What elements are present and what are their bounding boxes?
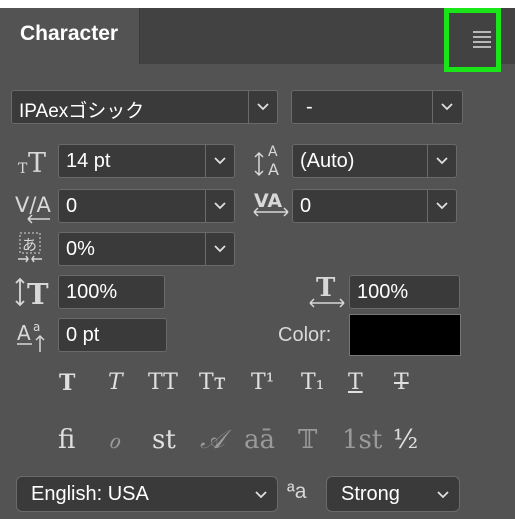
color-label: Color: bbox=[278, 324, 332, 346]
all-caps-button[interactable]: TT bbox=[148, 370, 178, 395]
leading-value: (Auto) bbox=[300, 150, 355, 172]
kerning-icon: V/A bbox=[15, 193, 51, 224]
language-value: English: USA bbox=[31, 483, 149, 505]
leading-icon: A A bbox=[254, 144, 279, 179]
font-style-dropdown[interactable]: - bbox=[291, 90, 463, 124]
font-size-icon: T T bbox=[18, 148, 46, 176]
font-family-dropdown[interactable]: IPAexゴシック bbox=[11, 90, 278, 124]
svg-text:あ: あ bbox=[22, 236, 37, 254]
svg-text:T: T bbox=[18, 161, 28, 176]
ordinals-button[interactable]: 1st bbox=[342, 425, 382, 455]
faux-bold-button[interactable]: T bbox=[59, 370, 75, 396]
superscript-button[interactable]: T¹ bbox=[251, 370, 275, 395]
subscript-button[interactable]: T₁ bbox=[301, 370, 325, 395]
svg-text:T: T bbox=[27, 277, 49, 308]
contextual-alternates-button[interactable]: 𝕋 bbox=[298, 425, 317, 455]
tsume-dropdown[interactable]: 0% bbox=[58, 232, 235, 266]
baseline-shift-icon: A a bbox=[17, 320, 45, 352]
vertical-scale-icon: T bbox=[15, 277, 49, 308]
tab-character[interactable]: Character bbox=[0, 8, 140, 64]
kerning-value: 0 bbox=[66, 195, 78, 217]
font-style-value: - bbox=[306, 96, 313, 118]
chevron-down-icon bbox=[436, 202, 448, 210]
chevron-down-icon bbox=[214, 157, 226, 165]
svg-text:T: T bbox=[28, 148, 46, 176]
chevron-down-icon bbox=[436, 157, 448, 165]
baseline-shift-value: 0 pt bbox=[66, 324, 100, 346]
anti-aliasing-icon: ªa bbox=[287, 480, 307, 503]
font-size-value: 14 pt bbox=[66, 150, 111, 172]
tsume-value: 0% bbox=[66, 238, 95, 260]
chevron-down-icon bbox=[437, 491, 449, 499]
svg-text:V/A: V/A bbox=[15, 193, 51, 217]
swash-button[interactable]: 𝒜 bbox=[200, 425, 225, 456]
tracking-dropdown[interactable]: 0 bbox=[292, 189, 457, 223]
chevron-down-icon bbox=[214, 245, 226, 253]
horizontal-scale-value: 100% bbox=[357, 281, 409, 303]
underline-button[interactable]: T bbox=[348, 370, 363, 395]
old-style-button[interactable]: ℴ bbox=[108, 425, 120, 455]
tab-label: Character bbox=[20, 22, 119, 45]
titling-alternates-button[interactable]: aā bbox=[244, 425, 275, 455]
strikethrough-button[interactable]: T bbox=[394, 370, 409, 395]
color-swatch[interactable] bbox=[349, 314, 461, 356]
discretionary-ligatures-button[interactable]: st bbox=[152, 425, 176, 455]
svg-text:T: T bbox=[316, 273, 336, 303]
ligatures-button[interactable]: fi bbox=[58, 425, 75, 455]
language-dropdown[interactable]: English: USA bbox=[16, 476, 278, 512]
svg-text:A: A bbox=[268, 160, 279, 179]
vertical-scale-input[interactable]: 100% bbox=[58, 275, 165, 309]
vertical-scale-value: 100% bbox=[66, 281, 118, 303]
anti-aliasing-dropdown[interactable]: Strong bbox=[326, 476, 460, 512]
tsume-icon: あ bbox=[18, 232, 42, 263]
tracking-value: 0 bbox=[300, 195, 312, 217]
tracking-icon: VA bbox=[253, 190, 289, 217]
svg-text:A: A bbox=[268, 144, 278, 160]
chevron-down-icon bbox=[257, 103, 269, 111]
faux-italic-button[interactable]: T bbox=[108, 370, 123, 395]
leading-dropdown[interactable]: (Auto) bbox=[292, 144, 457, 178]
chevron-down-icon bbox=[255, 491, 267, 499]
panel-menu-button[interactable] bbox=[444, 8, 501, 72]
svg-text:a: a bbox=[33, 320, 40, 334]
svg-text:A: A bbox=[17, 321, 31, 345]
panel-menu-icon bbox=[473, 31, 491, 33]
horizontal-scale-icon: T bbox=[309, 273, 345, 308]
anti-aliasing-value: Strong bbox=[341, 483, 400, 505]
kerning-dropdown[interactable]: 0 bbox=[58, 189, 235, 223]
chevron-down-icon bbox=[214, 202, 226, 210]
small-caps-button[interactable]: Tт bbox=[199, 370, 226, 395]
baseline-shift-input[interactable]: 0 pt bbox=[58, 318, 167, 352]
font-size-dropdown[interactable]: 14 pt bbox=[58, 144, 235, 178]
font-family-value: IPAexゴシック bbox=[19, 101, 145, 122]
horizontal-scale-input[interactable]: 100% bbox=[349, 275, 460, 309]
chevron-down-icon bbox=[441, 103, 453, 111]
fractions-button[interactable]: ½ bbox=[393, 425, 418, 455]
